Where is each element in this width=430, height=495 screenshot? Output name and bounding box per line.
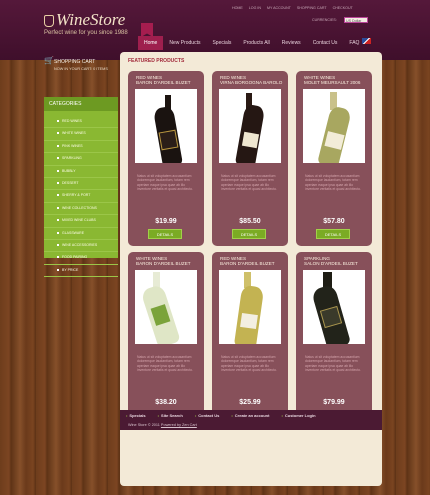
product-card[interactable]: RED WINES BARON D'ARDEIL BUZET Natus ut s… — [212, 252, 288, 427]
category-item[interactable]: PINK WINES — [44, 141, 118, 154]
product-card[interactable]: SPARKLING SALON D'ARDEIL BUZET Natus ut s… — [296, 252, 372, 427]
product-name[interactable]: VIRNA BORGOGNA BAROLO — [220, 80, 282, 85]
product-category: RED WINES — [220, 75, 247, 80]
product-name[interactable]: BARON D'ARDEIL BUZET — [136, 80, 191, 85]
categories-title: CATEGORIES — [44, 97, 118, 111]
category-item[interactable]: WINE ACCESSORIES — [44, 240, 118, 253]
footer-link-site-search[interactable]: • Site Search — [158, 413, 183, 418]
cart-icon: 🛒 — [44, 56, 54, 65]
nav-new-products[interactable]: New Products — [163, 36, 206, 50]
product-description: Natus ut sit voluptatem accusantium dolo… — [137, 355, 193, 373]
site-header: WineStore Perfect wine for you since 198… — [0, 0, 430, 60]
featured-title: FEATURED PRODUCTS — [128, 58, 185, 64]
product-price: $19.99 — [155, 218, 177, 225]
top-link-checkout[interactable]: CHECKOUT — [333, 6, 353, 10]
cart-count: NOW IN YOUR CART: 0 ITEMS — [54, 67, 108, 71]
product-price: $38.20 — [155, 399, 177, 406]
product-name[interactable]: SALON D'ARDEIL BUZET — [304, 261, 358, 266]
nav-products-all[interactable]: Products All — [237, 36, 275, 50]
product-image[interactable] — [303, 89, 365, 163]
product-name[interactable]: BARON D'ARDEIL BUZET — [220, 261, 275, 266]
product-category: RED WINES — [136, 75, 163, 80]
product-name[interactable]: MOLET MEURSAULT 2006 — [304, 80, 360, 85]
details-button[interactable]: DETAILS — [232, 229, 266, 239]
footer-link-create-account[interactable]: • Create an account — [231, 413, 269, 418]
nav-contact-us[interactable]: Contact Us — [307, 36, 344, 50]
category-item[interactable]: DESSERT — [44, 178, 118, 191]
wine-glass-icon — [44, 15, 54, 28]
details-button[interactable]: DETAILS — [148, 229, 182, 239]
product-price: $25.99 — [239, 399, 261, 406]
product-description: Natus ut sit voluptatem accusantium dolo… — [305, 355, 361, 373]
category-item[interactable]: WHITE WINES — [44, 128, 118, 141]
powered-by-link[interactable]: Powered by Zen Cart — [161, 423, 197, 427]
category-item[interactable]: BY PRICE — [44, 265, 118, 278]
site-logo[interactable]: WineStore — [44, 10, 125, 30]
category-item[interactable]: BUBBLY — [44, 166, 118, 178]
product-name[interactable]: BARON D'ARDEIL BUZET — [136, 261, 191, 266]
category-list: RED WINES WHITE WINES PINK WINES SPARKLI… — [44, 116, 118, 278]
currency-label: CURRENCIES: — [312, 18, 337, 22]
category-item[interactable]: GLASSWARE — [44, 228, 118, 240]
tagline: Perfect wine for you since 1988 — [44, 30, 128, 36]
product-description: Natus ut sit voluptatem accusantium dolo… — [221, 174, 277, 192]
product-image[interactable] — [219, 270, 281, 344]
product-image[interactable] — [135, 270, 197, 344]
footer-link-contact[interactable]: • Contact Us — [195, 413, 220, 418]
product-description: Natus ut sit voluptatem accusantium dolo… — [305, 174, 361, 192]
footer-links: • Specials • Site Search • Contact Us • Crea… — [126, 413, 316, 418]
product-card[interactable]: RED WINES VIRNA BORGOGNA BAROLO Natus ut … — [212, 71, 288, 246]
product-price: $85.50 — [239, 218, 261, 225]
product-category: WHITE WINES — [136, 256, 168, 261]
footer-link-specials[interactable]: • Specials — [126, 413, 146, 418]
footer-link-customer-login[interactable]: • Customer Login — [281, 413, 315, 418]
product-image[interactable] — [135, 89, 197, 163]
top-link-home[interactable]: HOME — [232, 6, 243, 10]
category-item[interactable]: SPARKLING — [44, 153, 118, 166]
category-item[interactable]: MIXED WINE CLUBS — [44, 215, 118, 228]
nav-reviews[interactable]: Reviews — [276, 36, 307, 50]
categories-sidebar: CATEGORIES RED WINES WHITE WINES PINK WI… — [44, 97, 118, 278]
cart-title: SHOPPING CART — [54, 59, 96, 65]
product-description: Natus ut sit voluptatem accusantium dolo… — [137, 174, 193, 192]
product-image[interactable] — [303, 270, 365, 344]
top-link-login[interactable]: LOG IN — [249, 6, 261, 10]
product-category: WHITE WINES — [304, 75, 336, 80]
product-card[interactable]: WHITE WINES BARON D'ARDEIL BUZET Natus ut… — [128, 252, 204, 427]
nav-specials[interactable]: Specials — [206, 36, 237, 50]
product-card[interactable]: WHITE WINES MOLET MEURSAULT 2006 Natus ut… — [296, 71, 372, 246]
category-item[interactable]: SHERRY & PORT — [44, 190, 118, 203]
details-button[interactable]: DETAILS — [316, 229, 350, 239]
english-flag-icon[interactable] — [362, 38, 371, 44]
top-link-account[interactable]: MY ACCOUNT — [267, 6, 291, 10]
product-image[interactable] — [219, 89, 281, 163]
category-item[interactable]: WINE COLLECTIONS — [44, 203, 118, 216]
site-footer: • Specials • Site Search • Contact Us • Crea… — [120, 410, 382, 430]
nav-home[interactable]: Home — [138, 36, 164, 50]
currency-select[interactable]: US Dollar — [344, 17, 368, 23]
product-price: $79.99 — [323, 399, 345, 406]
category-item[interactable]: FOOD PAIRING — [44, 252, 118, 265]
product-category: RED WINES — [220, 256, 247, 261]
product-description: Natus ut sit voluptatem accusantium dolo… — [221, 355, 277, 373]
product-category: SPARKLING — [304, 256, 330, 261]
category-item[interactable]: RED WINES — [44, 116, 118, 129]
top-link-cart[interactable]: SHOPPING CART — [297, 6, 327, 10]
main-nav: Home New Products Specials Products All … — [138, 36, 365, 50]
top-links: HOME LOG IN MY ACCOUNT SHOPPING CART CHE… — [232, 6, 353, 10]
copyright: Wine Store © 2011 Powered by Zen Cart — [128, 423, 197, 427]
product-card[interactable]: RED WINES BARON D'ARDEIL BUZET Natus ut s… — [128, 71, 204, 246]
product-price: $57.80 — [323, 218, 345, 225]
